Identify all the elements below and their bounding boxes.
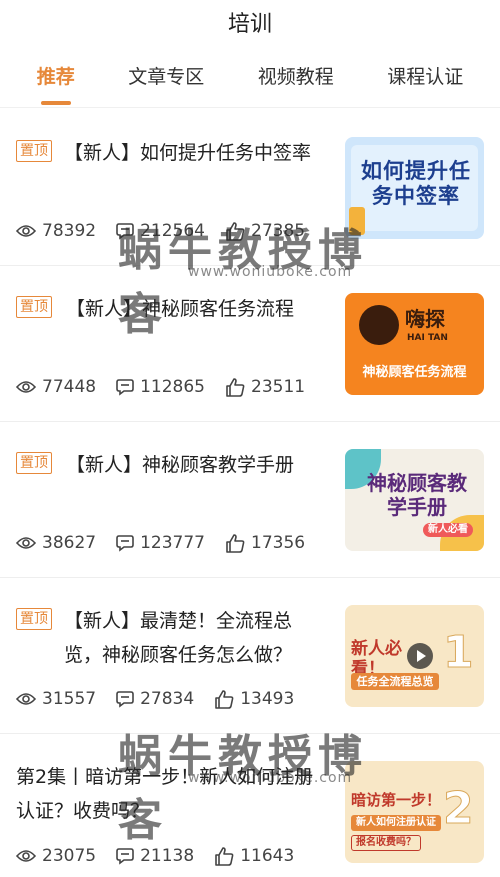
article-title: 置顶 【新人】最清楚！全流程总览，神秘顾客任务怎么做？	[16, 604, 322, 672]
eye-icon	[16, 381, 36, 393]
likes-count: 23511	[251, 377, 306, 397]
article-title-text: 【新人】最清楚！全流程总览，神秘顾客任务怎么做？	[64, 610, 293, 666]
article-item[interactable]: 置顶 【新人】如何提升任务中签率 如何提升任务中签率 78392 212564 …	[0, 110, 500, 266]
thumbnail-text: 如何提升任务中签率	[361, 159, 471, 209]
likes-count: 11643	[240, 846, 295, 866]
views-stat: 78392	[16, 221, 96, 241]
article-title-text: 第2集丨暗访第一步！新人如何注册认证？收费吗？	[16, 766, 314, 822]
play-icon	[407, 643, 433, 669]
tab-recommend[interactable]: 推荐	[33, 62, 79, 89]
views-stat: 77448	[16, 377, 96, 397]
views-count: 77448	[42, 377, 97, 397]
comments-stat: 112865	[116, 377, 205, 397]
article-thumbnail[interactable]: 嗨探 HAI TAN 神秘顾客任务流程	[345, 293, 484, 395]
likes-stat: 17356	[225, 533, 305, 553]
views-count: 78392	[42, 221, 97, 241]
comments-count: 21138	[140, 846, 195, 866]
article-item[interactable]: 置顶 【新人】神秘顾客任务流程 嗨探 HAI TAN 神秘顾客任务流程 7744…	[0, 266, 500, 422]
pinned-badge: 置顶	[16, 608, 52, 630]
thumbnail-number: 1	[443, 627, 475, 679]
thumbs-up-icon	[215, 689, 234, 709]
views-count: 31557	[42, 689, 97, 709]
likes-count: 13493	[240, 689, 295, 709]
article-stats: 23075 21138 11643	[16, 846, 314, 866]
comments-stat: 21138	[116, 846, 194, 866]
article-item[interactable]: 置顶 【新人】神秘顾客教学手册 神秘顾客教学手册 新人必看 38627 1237…	[0, 422, 500, 578]
thumbnail-brand: 嗨探	[405, 307, 445, 331]
article-stats: 77448 112865 23511	[16, 377, 325, 397]
article-stats: 38627 123777 17356	[16, 533, 325, 553]
article-stats: 31557 27834 13493	[16, 689, 314, 709]
article-thumbnail[interactable]: 神秘顾客教学手册 新人必看	[345, 449, 484, 551]
thumbs-up-icon	[226, 221, 245, 241]
thumbs-up-icon	[215, 846, 234, 866]
thumbnail-text: 暗访第一步！	[351, 791, 442, 809]
eye-icon	[16, 850, 36, 862]
comment-icon	[116, 691, 134, 708]
views-stat: 31557	[16, 689, 96, 709]
brand-logo-icon	[359, 305, 399, 345]
app-header: 培训	[0, 0, 500, 44]
thumbs-up-icon	[226, 377, 245, 397]
thumbnail-text: 神秘顾客教学手册	[367, 471, 467, 519]
views-count: 38627	[42, 533, 97, 553]
thumbnail-subtitle: 新人如何注册认证	[351, 815, 441, 831]
article-title: 置顶 【新人】神秘顾客任务流程	[16, 292, 322, 326]
tab-articles[interactable]: 文章专区	[124, 62, 208, 89]
pinned-badge: 置顶	[16, 296, 52, 318]
likes-count: 17356	[251, 533, 306, 553]
likes-stat: 27385	[225, 221, 305, 241]
eye-icon	[16, 537, 36, 549]
pinned-badge: 置顶	[16, 452, 52, 474]
thumbnail-number: 2	[443, 783, 475, 835]
likes-count: 27385	[251, 221, 306, 241]
comment-icon	[116, 535, 134, 552]
tab-certification[interactable]: 课程认证	[383, 62, 467, 89]
likes-stat: 23511	[225, 377, 305, 397]
likes-stat: 13493	[214, 689, 294, 709]
article-thumbnail[interactable]: 新人必看！ 1 任务全流程总览	[345, 605, 484, 707]
thumbnail-brand-en: HAI TAN	[407, 333, 448, 343]
eye-icon	[16, 225, 36, 237]
thumbnail-subtitle: 任务全流程总览	[351, 673, 439, 691]
comments-count: 112865	[140, 377, 205, 397]
thumbnail-badge: 新人必看	[423, 523, 473, 537]
thumbnail-text: 神秘顾客任务流程	[362, 365, 467, 380]
comments-count: 123777	[140, 533, 205, 553]
views-stat: 23075	[16, 846, 96, 866]
eye-icon	[16, 693, 36, 705]
article-item[interactable]: 置顶 【新人】最清楚！全流程总览，神秘顾客任务怎么做？ 新人必看！ 1 任务全流…	[0, 578, 500, 734]
comments-count: 212564	[140, 221, 205, 241]
comments-stat: 123777	[116, 533, 205, 553]
likes-stat: 11643	[214, 846, 294, 866]
comment-icon	[116, 379, 134, 396]
article-title-text: 【新人】如何提升任务中签率	[64, 142, 312, 164]
thumbs-up-icon	[226, 533, 245, 553]
article-thumbnail[interactable]: 暗访第一步！ 新人如何注册认证 报名收费吗？ 2	[345, 761, 484, 863]
article-title: 置顶 【新人】如何提升任务中签率	[16, 136, 322, 170]
views-count: 23075	[42, 846, 97, 866]
article-thumbnail[interactable]: 如何提升任务中签率	[345, 137, 484, 239]
thumbnail-subtitle-2: 报名收费吗？	[351, 835, 421, 851]
tab-videos[interactable]: 视频教程	[254, 62, 338, 89]
article-title: 第2集丨暗访第一步！新人如何注册认证？收费吗？	[16, 760, 322, 828]
views-stat: 38627	[16, 533, 96, 553]
comments-count: 27834	[140, 689, 195, 709]
article-feed: 置顶 【新人】如何提升任务中签率 如何提升任务中签率 78392 212564 …	[0, 110, 500, 877]
article-title-text: 【新人】神秘顾客任务流程	[66, 298, 295, 320]
comments-stat: 212564	[116, 221, 205, 241]
pinned-badge: 置顶	[16, 140, 52, 162]
article-title-text: 【新人】神秘顾客教学手册	[66, 454, 295, 476]
article-stats: 78392 212564 27385	[16, 221, 325, 241]
page-title: 培训	[227, 12, 272, 37]
article-title: 置顶 【新人】神秘顾客教学手册	[16, 448, 322, 482]
comment-icon	[116, 223, 134, 240]
tab-bar: 推荐 文章专区 视频教程 课程认证	[0, 44, 500, 108]
article-item[interactable]: 第2集丨暗访第一步！新人如何注册认证？收费吗？ 暗访第一步！ 新人如何注册认证 …	[0, 734, 500, 877]
comment-icon	[116, 848, 134, 865]
comments-stat: 27834	[116, 689, 194, 709]
